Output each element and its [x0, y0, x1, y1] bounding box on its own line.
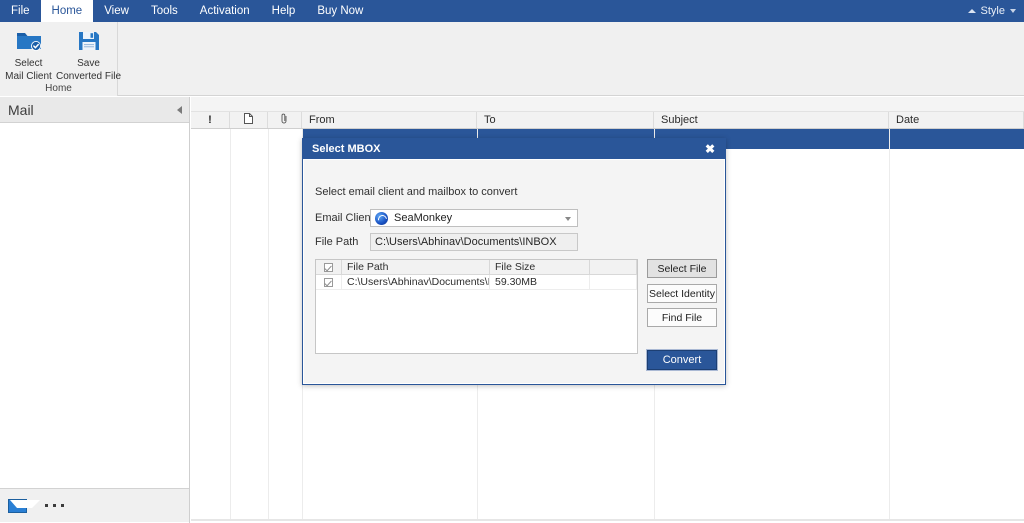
- email-client-label: Email Client: [315, 212, 374, 224]
- column-header-attachment[interactable]: [268, 112, 302, 128]
- select-identity-button[interactable]: Select Identity: [647, 284, 717, 303]
- select-file-button[interactable]: Select File: [647, 259, 717, 278]
- mail-list-toolbar: [191, 97, 1024, 112]
- folder-check-icon: [15, 26, 43, 56]
- file-grid: File Path File Size C:\Users\Abhinav\Doc…: [315, 259, 638, 354]
- dialog-title: Select MBOX: [312, 143, 381, 155]
- file-grid-header-spacer: [590, 260, 637, 274]
- style-menu[interactable]: Style: [967, 0, 1024, 22]
- application-window: File Home View Tools Activation Help Buy…: [0, 0, 1024, 523]
- style-label: Style: [980, 5, 1005, 17]
- row-file-path: C:\Users\Abhinav\Documents\IN...: [342, 275, 490, 289]
- dialog-title-bar[interactable]: Select MBOX ✖: [303, 139, 725, 159]
- select-all-checkbox-cell[interactable]: [316, 260, 342, 274]
- column-divider: [230, 129, 231, 520]
- row-file-size: 59.30MB: [490, 275, 590, 289]
- save-converted-file-label-2: Converted File: [55, 71, 122, 82]
- column-header-to[interactable]: To: [477, 112, 654, 128]
- mail-list-header: ! From To Subject Date: [191, 112, 1024, 129]
- file-grid-header-file-size[interactable]: File Size: [490, 260, 590, 274]
- select-mail-client-label-2: Mail Client: [5, 71, 52, 82]
- column-divider: [889, 129, 890, 520]
- ribbon-group-title: Home: [45, 83, 72, 94]
- save-converted-file-label-1: Save: [77, 58, 100, 69]
- file-grid-row[interactable]: C:\Users\Abhinav\Documents\IN... 59.30MB: [316, 275, 637, 290]
- tab-buy-now[interactable]: Buy Now: [306, 0, 374, 22]
- chevron-up-icon: [967, 9, 976, 13]
- tab-file[interactable]: File: [0, 0, 41, 22]
- close-icon[interactable]: ✖: [703, 142, 717, 156]
- ribbon-group-home: Select Mail Client Save Converted File H…: [0, 22, 121, 96]
- column-header-document[interactable]: [230, 112, 268, 128]
- tab-view[interactable]: View: [93, 0, 140, 22]
- save-converted-file-button[interactable]: Save Converted File: [56, 26, 121, 82]
- select-mail-client-label-1: Select: [14, 58, 43, 69]
- email-client-value: SeaMonkey: [394, 212, 453, 224]
- dialog-body: Select email client and mailbox to conve…: [303, 159, 725, 384]
- ribbon-tab-bar: File Home View Tools Activation Help Buy…: [0, 0, 1024, 22]
- sidebar-header: Mail: [0, 97, 189, 123]
- row-spacer: [590, 275, 637, 289]
- tab-bar-spacer: [374, 0, 967, 22]
- file-path-input[interactable]: C:\Users\Abhinav\Documents\INBOX: [370, 233, 578, 251]
- mail-sidebar: Mail: [0, 97, 190, 523]
- chevron-down-icon[interactable]: [565, 217, 571, 221]
- tab-home[interactable]: Home: [40, 0, 94, 22]
- tab-help[interactable]: Help: [261, 0, 307, 22]
- collapse-left-arrow-icon[interactable]: [177, 106, 182, 114]
- column-header-priority[interactable]: !: [191, 112, 230, 128]
- floppy-save-icon: [76, 26, 102, 56]
- attachment-clip-icon: [281, 113, 288, 127]
- tab-tools[interactable]: Tools: [140, 0, 189, 22]
- dialog-instruction: Select email client and mailbox to conve…: [315, 186, 518, 198]
- seamonkey-icon: [375, 211, 388, 225]
- select-mail-client-button[interactable]: Select Mail Client: [2, 26, 56, 82]
- column-divider: [268, 129, 269, 520]
- sidebar-footer: [0, 489, 189, 522]
- column-header-subject[interactable]: Subject: [654, 112, 889, 128]
- priority-icon: !: [208, 114, 212, 126]
- convert-button[interactable]: Convert: [646, 349, 718, 371]
- row-checkbox-cell[interactable]: [316, 275, 342, 289]
- select-all-checkbox[interactable]: [324, 262, 333, 272]
- row-checkbox[interactable]: [324, 277, 333, 287]
- column-header-from[interactable]: From: [302, 112, 477, 128]
- email-client-dropdown[interactable]: SeaMonkey: [370, 209, 578, 227]
- tab-activation[interactable]: Activation: [189, 0, 261, 22]
- sidebar-title: Mail: [8, 101, 34, 118]
- mail-list-bottom-edge: [191, 519, 1024, 521]
- mail-envelope-icon[interactable]: [8, 498, 40, 513]
- more-options-icon[interactable]: [45, 504, 64, 507]
- ribbon-panel: Select Mail Client Save Converted File H…: [0, 22, 1024, 96]
- file-grid-header-file-path[interactable]: File Path: [342, 260, 490, 274]
- file-grid-header: File Path File Size: [316, 260, 637, 275]
- find-file-button[interactable]: Find File: [647, 308, 717, 327]
- document-icon: [244, 113, 253, 127]
- select-mbox-dialog: Select MBOX ✖ Select email client and ma…: [302, 138, 726, 385]
- sidebar-folder-tree[interactable]: [0, 123, 189, 489]
- file-path-label: File Path: [315, 236, 359, 248]
- column-header-date[interactable]: Date: [889, 112, 1024, 128]
- chevron-down-icon: [1010, 9, 1016, 13]
